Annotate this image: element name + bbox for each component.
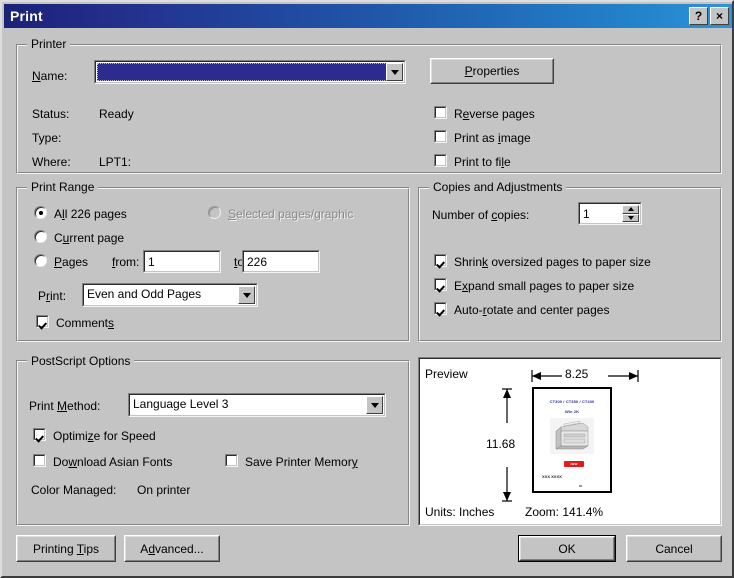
printing-tips-label: Printing Tips xyxy=(32,541,100,556)
postscript-group-title: PostScript Options xyxy=(27,354,135,368)
printer-name-dropdown-arrow[interactable] xyxy=(386,63,403,81)
title-bar: Print ? × xyxy=(4,4,732,28)
print-range-group-title: Print Range xyxy=(27,180,99,194)
download-asian-fonts-checkbox[interactable] xyxy=(33,454,46,467)
printer-name-label: Name: xyxy=(32,69,68,83)
optimize-for-speed-label: Optimize for Speed xyxy=(53,429,156,443)
thumbnail-footer-text: XXX XXXX xyxy=(542,474,562,479)
preview-panel: Preview 8.25 11.68 CT300 / CT350 / CT400… xyxy=(418,357,722,526)
spinner-up-button[interactable] xyxy=(622,205,639,214)
thumbnail-badge-text: NEW xyxy=(570,462,578,466)
advanced-label: Advanced... xyxy=(140,541,204,556)
preview-units-text: Units: Inches xyxy=(425,505,495,519)
number-of-copies-input[interactable]: 1 xyxy=(578,202,642,225)
pages-to-input[interactable]: 226 xyxy=(242,250,320,273)
print-subset-dropdown-arrow[interactable] xyxy=(238,286,255,304)
ok-button[interactable]: OK xyxy=(518,535,616,562)
print-method-value: Language Level 3 xyxy=(133,397,229,411)
number-of-copies-label: Number of copies: xyxy=(432,208,530,222)
shrink-oversized-label: Shrink oversized pages to paper size xyxy=(454,255,651,269)
thumbnail-page-number xyxy=(579,485,582,487)
print-to-file-label: Print to file xyxy=(454,155,511,169)
optimize-for-speed-checkbox[interactable] xyxy=(33,428,46,441)
comments-checkbox[interactable] xyxy=(36,315,49,328)
print-subset-label: Print: xyxy=(38,289,67,303)
postscript-group xyxy=(16,360,410,526)
properties-button-label: Properties xyxy=(464,64,520,78)
pages-label: Pages xyxy=(54,255,89,269)
advanced-button[interactable]: Advanced... xyxy=(124,535,220,562)
selected-graphic-radio xyxy=(208,206,221,219)
pages-radio[interactable] xyxy=(34,254,47,267)
thumbnail-header-line2: Win 2K xyxy=(564,409,580,414)
print-method-dropdown-arrow[interactable] xyxy=(366,396,383,414)
current-page-label: Current page xyxy=(54,231,125,245)
preview-zoom-text: Zoom: 141.4% xyxy=(525,505,604,519)
printer-type-label: Type: xyxy=(32,131,62,145)
printer-where-value: LPT1: xyxy=(99,155,132,169)
number-of-copies-value: 1 xyxy=(583,207,590,221)
comments-label: Comments xyxy=(56,316,115,330)
expand-small-label: Expand small pages to paper size xyxy=(454,279,635,293)
reverse-pages-label: Reverse pages xyxy=(454,107,535,121)
chevron-down-icon xyxy=(390,69,399,75)
cancel-button[interactable]: Cancel xyxy=(626,535,722,562)
auto-rotate-checkbox[interactable] xyxy=(434,302,447,315)
color-managed-label: Color Managed: xyxy=(31,483,117,497)
pages-from-input[interactable]: 1 xyxy=(143,250,221,273)
auto-rotate-label: Auto-rotate and center pages xyxy=(454,303,610,317)
print-as-image-checkbox[interactable] xyxy=(434,130,447,143)
window-title: Print xyxy=(10,8,43,24)
print-to-file-checkbox[interactable] xyxy=(434,154,447,167)
printer-status-value: Ready xyxy=(99,107,134,121)
printer-name-combobox[interactable] xyxy=(94,60,406,84)
print-method-label: Print Method: xyxy=(29,399,101,413)
all-pages-radio[interactable] xyxy=(34,206,47,219)
color-managed-value: On printer xyxy=(137,483,191,497)
save-printer-memory-label: Save Printer Memory xyxy=(245,455,358,469)
title-bar-buttons: ? × xyxy=(689,7,729,25)
preview-label: Preview xyxy=(425,367,468,381)
thumbnail-header-line1: CT300 / CT350 / CT400 xyxy=(549,399,595,404)
download-asian-fonts-label: Download Asian Fonts xyxy=(53,455,173,469)
width-dimension-value: 8.25 xyxy=(565,367,589,381)
save-printer-memory-checkbox[interactable] xyxy=(225,454,238,467)
reverse-pages-checkbox[interactable] xyxy=(434,106,447,119)
expand-small-checkbox[interactable] xyxy=(434,278,447,291)
chevron-down-icon xyxy=(242,292,251,298)
printer-name-selection xyxy=(97,63,403,81)
chevron-up-icon xyxy=(627,207,634,212)
ok-button-label: OK xyxy=(558,541,576,556)
printer-illustration-icon xyxy=(550,418,594,454)
current-page-radio[interactable] xyxy=(34,230,47,243)
print-as-image-label: Print as image xyxy=(454,131,531,145)
thumbnail-badge: NEW xyxy=(564,461,584,467)
height-dimension-value: 11.68 xyxy=(486,437,516,451)
copies-group-title: Copies and Adjustments xyxy=(429,180,567,194)
print-dialog-window: Print ? × Printer Name: Properties Statu… xyxy=(0,0,734,578)
printer-status-label: Status: xyxy=(32,107,70,121)
pages-from-label: from: xyxy=(112,255,140,269)
print-method-combobox[interactable]: Language Level 3 xyxy=(128,393,386,417)
chevron-down-icon xyxy=(370,402,379,408)
print-subset-value: Even and Odd Pages xyxy=(87,287,202,301)
pages-to-value: 226 xyxy=(247,255,268,269)
printer-group-title: Printer xyxy=(27,37,71,51)
all-pages-label: All 226 pages xyxy=(54,207,127,221)
help-button[interactable]: ? xyxy=(689,7,708,25)
properties-button[interactable]: Properties xyxy=(430,58,554,84)
page-thumbnail: CT300 / CT350 / CT400 Win 2K NEW XXX XXX… xyxy=(532,387,612,493)
printer-where-label: Where: xyxy=(32,155,71,169)
pages-from-value: 1 xyxy=(148,255,155,269)
selected-graphic-label: Selected pages/graphic xyxy=(228,207,354,221)
printing-tips-button[interactable]: Printing Tips xyxy=(16,535,116,562)
spinner-down-button[interactable] xyxy=(622,213,639,222)
cancel-button-label: Cancel xyxy=(655,541,693,556)
close-button[interactable]: × xyxy=(710,7,729,25)
shrink-oversized-checkbox[interactable] xyxy=(434,254,447,267)
chevron-down-icon xyxy=(627,215,634,220)
number-of-copies-spinner[interactable] xyxy=(622,205,639,222)
print-subset-combobox[interactable]: Even and Odd Pages xyxy=(82,283,258,307)
